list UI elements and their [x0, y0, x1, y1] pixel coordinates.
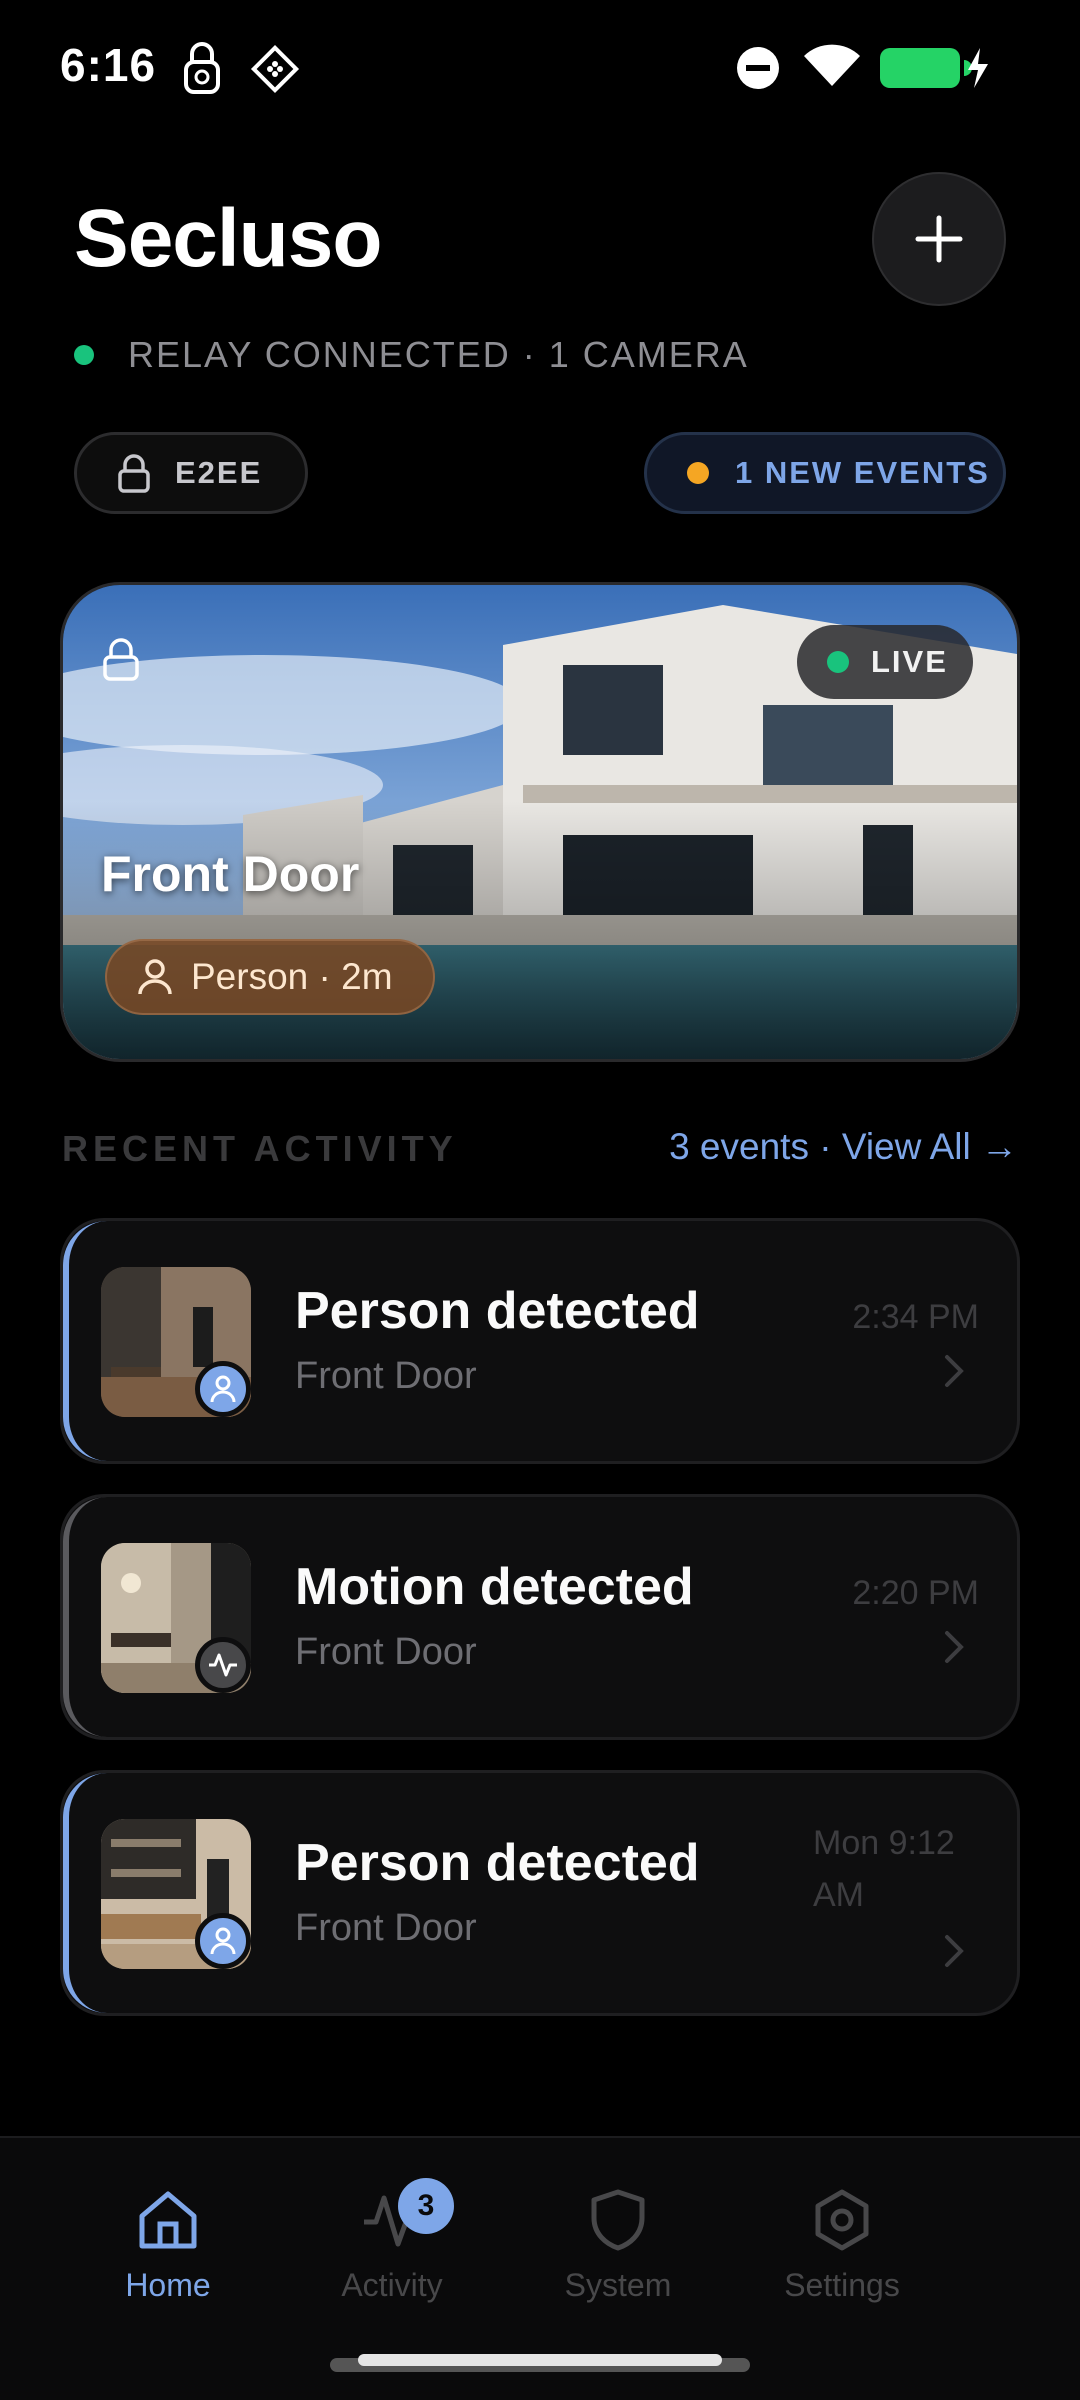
shield-icon: [591, 2189, 645, 2251]
chevron-right-icon: [945, 1631, 964, 1663]
event-card-person-1[interactable]: Person detected Front Door 2:34 PM: [60, 1218, 1020, 1464]
event-card-motion[interactable]: Motion detected Front Door 2:20 PM: [60, 1494, 1020, 1740]
app-notification-icon: [250, 44, 300, 99]
camera-live-card[interactable]: LIVE Front Door Person · 2m: [60, 582, 1020, 1062]
battery-charging-icon: [880, 46, 990, 95]
lock-icon: [118, 454, 150, 493]
new-events-dot: [687, 462, 709, 484]
person-badge: [195, 1913, 251, 1969]
activity-icon: [209, 1653, 237, 1677]
activity-count-badge: 3: [398, 2178, 454, 2234]
relay-online-dot: [74, 345, 94, 365]
person-icon: [210, 1375, 236, 1403]
vpn-lock-icon: [182, 40, 222, 101]
home-icon: [139, 2191, 197, 2249]
new-events-badge[interactable]: 1 NEW EVENTS: [644, 432, 1006, 514]
status-time: 6:16: [60, 39, 157, 91]
nav-system-label: System: [564, 2267, 672, 2303]
recent-activity-title: RECENT ACTIVITY: [62, 1128, 458, 1169]
nav-home[interactable]: Home: [68, 2188, 268, 2304]
live-badge: LIVE: [797, 625, 973, 699]
event-title: Person detected: [295, 1282, 700, 1340]
chevron-right-icon: [945, 1935, 964, 1967]
e2ee-label: E2EE: [175, 455, 263, 490]
e2ee-badge[interactable]: E2EE: [74, 432, 308, 514]
event-location: Front Door: [295, 1355, 477, 1397]
view-all-link[interactable]: 3 events · View All →: [669, 1126, 1018, 1168]
person-icon: [210, 1927, 236, 1955]
person-badge: [195, 1361, 251, 1417]
add-camera-button[interactable]: [872, 172, 1006, 306]
motion-badge: [195, 1637, 251, 1693]
event-title: Person detected: [295, 1834, 700, 1892]
event-title: Motion detected: [295, 1558, 694, 1616]
status-bar: 6:16: [0, 0, 1080, 136]
wifi-icon: [802, 44, 862, 93]
nav-settings-label: Settings: [784, 2267, 900, 2303]
live-label: LIVE: [871, 644, 948, 679]
relay-status-text: RELAY CONNECTED · 1 CAMERA: [128, 334, 749, 375]
person-icon: [138, 959, 172, 995]
nav-settings[interactable]: Settings: [742, 2188, 942, 2304]
event-time: 2:34 PM: [852, 1298, 979, 1336]
event-location: Front Door: [295, 1631, 477, 1673]
event-card-person-2[interactable]: Person detected Front Door Mon 9:12 AM: [60, 1770, 1020, 2016]
nav-system[interactable]: System: [518, 2188, 718, 2304]
nav-activity[interactable]: 3 Activity: [292, 2178, 492, 2304]
dnd-icon: [736, 46, 780, 95]
chevron-right-icon: [945, 1355, 964, 1387]
home-indicator[interactable]: [330, 2354, 750, 2372]
plus-icon: [915, 215, 963, 263]
relay-status: RELAY CONNECTED · 1 CAMERA: [74, 334, 749, 376]
event-time: Mon 9:12 AM: [813, 1824, 955, 1914]
live-dot: [827, 651, 849, 673]
new-events-label: 1 NEW EVENTS: [735, 455, 990, 490]
gear-icon: [815, 2189, 869, 2251]
app-title: Secluso: [74, 193, 382, 284]
event-time: 2:20 PM: [852, 1574, 979, 1612]
nav-home-label: Home: [125, 2267, 211, 2303]
detection-tag-label: Person · 2m: [191, 956, 393, 997]
event-location: Front Door: [295, 1907, 477, 1949]
camera-name: Front Door: [101, 846, 360, 902]
nav-activity-label: Activity: [341, 2267, 443, 2303]
detection-tag[interactable]: Person · 2m: [105, 939, 435, 1015]
encrypted-lock-icon: [101, 637, 141, 688]
